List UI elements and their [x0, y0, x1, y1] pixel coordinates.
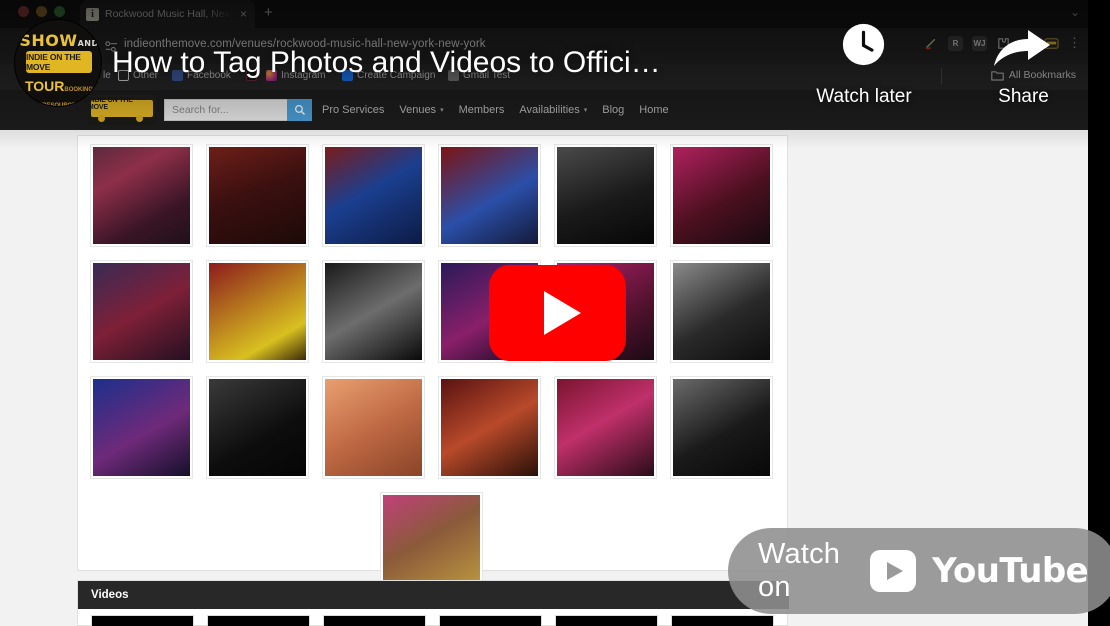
video-thumbnail[interactable] [555, 615, 658, 626]
watch-later-icon[interactable] [841, 22, 886, 67]
band-on-stage-pink [93, 147, 190, 244]
folder-icon [991, 70, 1004, 80]
photo-thumbnail[interactable] [322, 260, 425, 363]
photo-thumbnail[interactable] [438, 376, 541, 479]
photo-thumbnail[interactable] [322, 376, 425, 479]
video-thumbnail[interactable] [91, 615, 194, 626]
close-tab-icon[interactable]: × [238, 8, 249, 20]
guitarist-blue-light [325, 147, 422, 244]
woman-guitar-brick [383, 495, 480, 592]
watch-on-youtube-button[interactable]: Watch on YouTube [728, 528, 1110, 614]
site-navigation[interactable]: Pro Services Venues ▾ Members Availabilit… [322, 90, 669, 130]
photo-thumbnail[interactable] [206, 260, 309, 363]
chevron-down-icon[interactable]: ⌄ [1070, 5, 1080, 19]
band-black-white [557, 147, 654, 244]
all-bookmarks-button[interactable]: All Bookmarks [991, 69, 1076, 81]
youtube-embedded-player[interactable]: i Rockwood Music Hall, New Y × + ⌄ ‹ › ⟳… [0, 0, 1110, 626]
three-singers-blue [93, 379, 190, 476]
photo-thumbnail[interactable] [554, 376, 657, 479]
avatar-show-text: SHOWAND [19, 31, 99, 50]
tab-title: Rockwood Music Hall, New Y [105, 8, 232, 20]
maximize-window-button[interactable] [54, 6, 65, 17]
new-tab-icon[interactable]: + [264, 4, 273, 21]
nav-availabilities[interactable]: Availabilities ▾ [519, 104, 587, 116]
videos-section-header: Videos [78, 581, 789, 609]
search-input[interactable]: Search for... [164, 99, 287, 121]
browser-tab[interactable]: i Rockwood Music Hall, New Y × [80, 0, 255, 28]
photo-thumbnail[interactable] [670, 260, 773, 363]
video-thumbnail[interactable] [439, 615, 542, 626]
photo-thumbnail[interactable] [322, 144, 425, 247]
search-button[interactable] [287, 99, 312, 121]
chevron-down-icon: ▾ [583, 107, 588, 114]
browser-tab-strip: i Rockwood Music Hall, New Y × + ⌄ [0, 0, 1088, 28]
tab-favicon: i [86, 7, 99, 21]
duo-acoustic-stage [93, 263, 190, 360]
share-label[interactable]: Share [951, 86, 1096, 108]
browser-menu-icon[interactable]: ⋮ [1068, 35, 1081, 51]
man-striped-shirt-red [209, 147, 306, 244]
full-band-red-room [209, 263, 306, 360]
search-icon [294, 105, 305, 116]
nav-blog[interactable]: Blog [602, 104, 624, 116]
photo-thumbnail[interactable] [90, 260, 193, 363]
chevron-down-icon: ▾ [440, 107, 444, 114]
photo-thumbnail[interactable] [670, 144, 773, 247]
video-thumbnail[interactable] [671, 615, 774, 626]
nav-members[interactable]: Members [459, 104, 505, 116]
youtube-play-badge-icon [869, 550, 917, 592]
watch-on-label: Watch on [758, 538, 841, 603]
videos-panel: Videos [77, 580, 789, 626]
videos-section-title: Videos [91, 589, 129, 601]
photo-thumbnail[interactable] [438, 144, 541, 247]
video-thumbnail-row[interactable] [91, 615, 774, 626]
nav-pro-services[interactable]: Pro Services [322, 104, 384, 116]
close-window-button[interactable] [18, 6, 29, 17]
band-red-stage [557, 379, 654, 476]
photo-thumbnail[interactable] [206, 144, 309, 247]
singer-blue-shirt [441, 147, 538, 244]
photo-thumbnail[interactable] [90, 376, 193, 479]
guitarist-spotlight-bw [325, 263, 422, 360]
avatar-tour-text: TOURBOOKING RESOURCE [24, 78, 94, 107]
channel-avatar[interactable]: SHOWAND INDIE ON THE MOVE TOURBOOKING RE… [14, 19, 102, 107]
photo-thumbnail[interactable] [554, 144, 657, 247]
video-thumbnail[interactable] [323, 615, 426, 626]
watch-later-label[interactable]: Watch later [789, 86, 939, 108]
two-men-bw-stage [673, 379, 770, 476]
brick-wall-warm [325, 379, 422, 476]
nav-venues[interactable]: Venues ▾ [399, 104, 443, 116]
photo-thumbnail[interactable] [90, 144, 193, 247]
play-triangle-icon [543, 291, 581, 335]
video-thumbnail[interactable] [207, 615, 310, 626]
photo-thumbnail[interactable] [206, 376, 309, 479]
window-traffic-lights[interactable] [18, 6, 65, 17]
photos-panel [77, 135, 788, 595]
avatar-bus-logo: INDIE ON THE MOVE [26, 51, 92, 73]
minimize-window-button[interactable] [36, 6, 47, 17]
nav-home[interactable]: Home [639, 104, 668, 116]
photo-thumbnail[interactable] [670, 376, 773, 479]
site-search[interactable]: Search for... [164, 99, 312, 121]
all-bookmarks-label: All Bookmarks [1008, 69, 1076, 81]
long-hair-guitarist-magenta [673, 147, 770, 244]
share-icon[interactable] [990, 28, 1054, 68]
singers-black-white [673, 263, 770, 360]
photo-grid[interactable] [90, 144, 778, 595]
play-button[interactable] [489, 265, 626, 361]
crowd-bw-dark [209, 379, 306, 476]
youtube-wordmark: YouTube [932, 551, 1089, 591]
duo-acoustic-brick [441, 379, 538, 476]
